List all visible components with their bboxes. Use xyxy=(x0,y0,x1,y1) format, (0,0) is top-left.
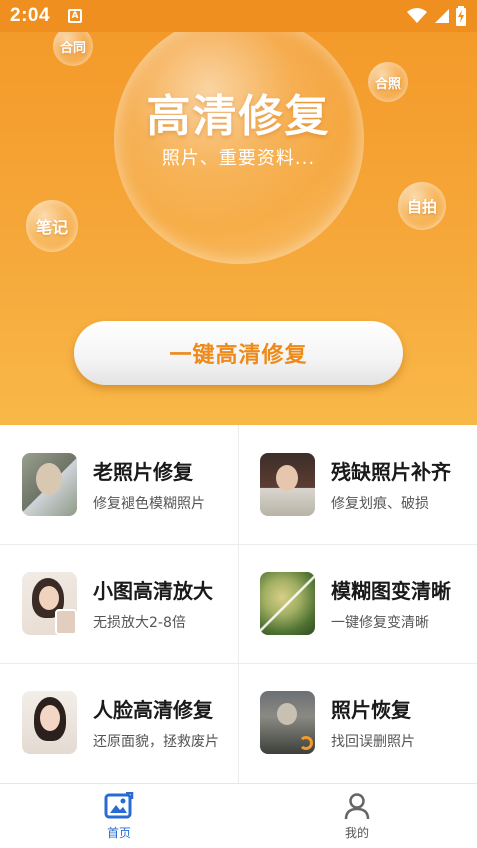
feature-desc: 找回误删照片 xyxy=(331,734,415,750)
status-icons xyxy=(407,6,467,26)
feature-title: 小图高清放大 xyxy=(93,579,213,603)
bottom-tab-bar: 首页 我的 xyxy=(0,783,477,848)
image-icon xyxy=(104,791,134,818)
feature-title: 人脸高清修复 xyxy=(93,698,213,722)
bubble-selfie: 自拍 xyxy=(398,182,446,230)
feature-desc: 无损放大2-8倍 xyxy=(93,615,186,631)
one-click-restore-button[interactable]: 一键高清修复 xyxy=(74,321,403,385)
tab-home-label: 首页 xyxy=(106,825,131,840)
status-bar: 2:04 A xyxy=(0,0,477,32)
deblur-thumbnail xyxy=(260,572,315,635)
feature-photo-recovery[interactable]: 照片恢复 找回误删照片 xyxy=(238,663,476,782)
damaged-photo-thumbnail xyxy=(260,453,315,516)
feature-damaged-photo-repair[interactable]: 残缺照片补齐 修复划痕、破损 xyxy=(238,425,476,544)
feature-desc: 修复褪色模糊照片 xyxy=(93,496,205,512)
signal-icon xyxy=(435,9,449,23)
feature-upscale[interactable]: 小图高清放大 无损放大2-8倍 xyxy=(0,544,238,663)
tab-mine-label: 我的 xyxy=(344,825,369,840)
upscale-mini-thumbnail xyxy=(55,609,77,635)
wifi-icon xyxy=(407,8,427,23)
feature-old-photo-repair[interactable]: 老照片修复 修复褪色模糊照片 xyxy=(0,425,238,544)
bubble-notes: 笔记 xyxy=(26,200,78,252)
old-photo-thumbnail xyxy=(22,453,77,516)
face-thumbnail xyxy=(22,691,77,754)
feature-desc: 一键修复变清晰 xyxy=(331,615,429,631)
hero-subtitle: 照片、重要资料... xyxy=(161,148,316,169)
restore-arrow-icon xyxy=(299,736,313,750)
bubble-contract: 合同 xyxy=(53,32,93,66)
feature-deblur[interactable]: 模糊图变清晰 一键修复变清晰 xyxy=(238,544,476,663)
hero-title: 高清修复 xyxy=(146,91,331,142)
feature-title: 老照片修复 xyxy=(93,460,193,484)
feature-grid: 老照片修复 修复褪色模糊照片 残缺照片补齐 修复划痕、破损 小图高清放大 无损放… xyxy=(0,425,477,783)
feature-desc: 修复划痕、破损 xyxy=(331,496,429,512)
feature-title: 模糊图变清晰 xyxy=(331,579,451,603)
upscale-thumbnail xyxy=(22,572,77,635)
feature-title: 残缺照片补齐 xyxy=(331,460,451,484)
feature-desc: 还原面貌，拯救废片 xyxy=(93,734,219,750)
battery-charging-icon xyxy=(456,6,466,26)
tab-mine[interactable]: 我的 xyxy=(238,784,476,848)
user-icon xyxy=(344,792,370,819)
status-time: 2:04 xyxy=(10,5,51,26)
feature-title: 照片恢复 xyxy=(331,698,411,722)
feature-face-enhance[interactable]: 人脸高清修复 还原面貌，拯救废片 xyxy=(0,663,238,782)
recovery-thumbnail xyxy=(260,691,315,754)
tab-home[interactable]: 首页 xyxy=(0,784,238,848)
hero-banner: 合同 合照 笔记 自拍 高清修复 照片、重要资料... 一键高清修复 xyxy=(0,32,477,425)
a-notification-icon: A xyxy=(68,9,83,23)
